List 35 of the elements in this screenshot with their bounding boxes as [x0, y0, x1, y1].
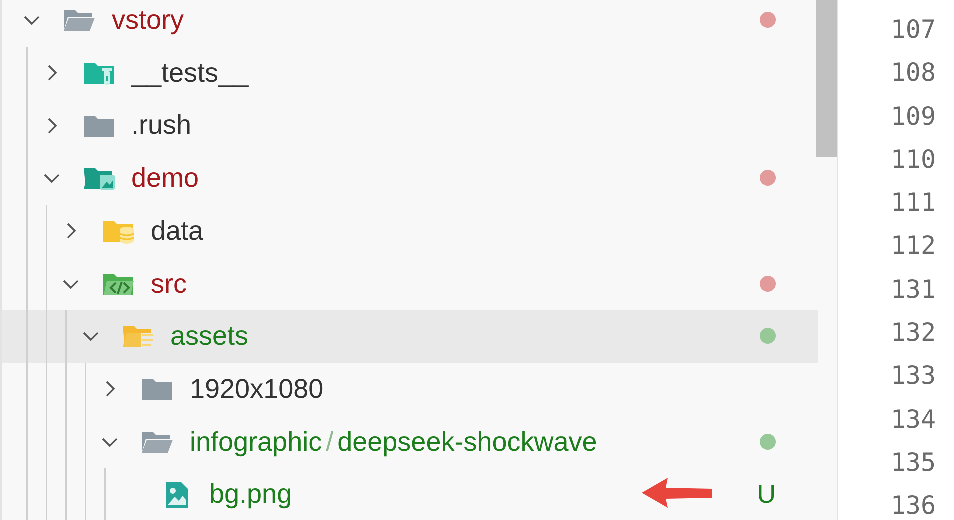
file-name: data	[151, 214, 204, 248]
tree-row[interactable]: infographic/deepseek-shockwave	[2, 416, 818, 468]
line-number: 133	[890, 360, 936, 392]
tree-row[interactable]: 1920x1080	[2, 362, 818, 416]
line-number: 136	[890, 490, 936, 520]
tree-row[interactable]: .rush	[2, 99, 818, 152]
line-number: 107	[890, 14, 936, 46]
tree-row[interactable]: assets	[2, 310, 818, 363]
file-name: bg.png	[210, 478, 292, 512]
line-number: 134	[890, 404, 936, 436]
file-name: vstory	[112, 4, 184, 38]
file-name: src	[151, 268, 187, 301]
file-name: 1920x1080	[190, 372, 324, 406]
line-number: 112	[890, 230, 936, 262]
line-number: 108	[890, 57, 936, 90]
file-name: demo	[132, 162, 200, 196]
status-letter: U	[757, 478, 776, 512]
tree-row[interactable]: vstory	[2, 0, 818, 47]
line-number: 131	[890, 274, 936, 306]
arrow-icon	[642, 476, 712, 510]
tree-row[interactable]: src	[2, 257, 818, 310]
line-number: 110	[890, 144, 936, 176]
file-name: infographic/deepseek-shockwave	[190, 426, 598, 459]
file-name: .rush	[132, 109, 192, 142]
tree-row[interactable]: bg.png U	[2, 468, 818, 520]
line-number: 111	[890, 187, 936, 220]
scrollbar-thumb[interactable]	[816, 0, 837, 157]
tree-row[interactable]: __tests__	[2, 46, 818, 100]
file-name: assets	[170, 320, 249, 354]
file-name: __tests__	[132, 56, 249, 90]
line-number: 109	[890, 100, 936, 133]
line-number: 132	[890, 317, 936, 350]
line-number: 135	[890, 446, 936, 479]
tree-row[interactable]: data	[2, 204, 818, 258]
tree-row[interactable]: demo	[2, 152, 818, 205]
